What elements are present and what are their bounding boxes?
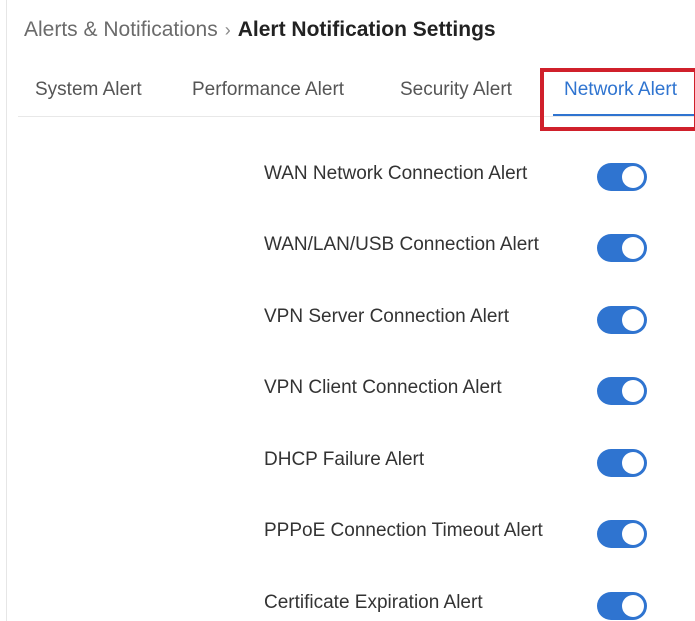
setting-label: DHCP Failure Alert [264, 449, 425, 470]
setting-label: WAN/LAN/USB Connection Alert [264, 234, 539, 255]
setting-row-vpn-client-connection: VPN Client Connection Alert [0, 369, 695, 409]
setting-row-wan-network-connection: WAN Network Connection Alert [0, 155, 695, 195]
setting-label: WAN Network Connection Alert [264, 163, 528, 184]
toggle-knob [622, 237, 644, 259]
tab-security-alert[interactable]: Security Alert [400, 66, 512, 114]
setting-label: PPPoE Connection Timeout Alert [264, 520, 543, 541]
vpn-client-connection-toggle[interactable] [597, 377, 647, 405]
toggle-knob [622, 523, 644, 545]
page-title: Alert Notification Settings [237, 18, 496, 41]
setting-row-wan-lan-usb-connection: WAN/LAN/USB Connection Alert [0, 226, 695, 266]
setting-row-pppoe-connection-timeout: PPPoE Connection Timeout Alert [0, 512, 695, 552]
toggle-knob [622, 166, 644, 188]
setting-label: VPN Client Connection Alert [264, 377, 502, 398]
tab-system-alert[interactable]: System Alert [35, 66, 142, 114]
setting-label: VPN Server Connection Alert [264, 306, 510, 327]
setting-row-dhcp-failure: DHCP Failure Alert [0, 441, 695, 481]
toggle-knob [622, 452, 644, 474]
setting-label: Certificate Expiration Alert [264, 592, 483, 613]
annotation-highlight-box [540, 68, 695, 131]
wan-lan-usb-connection-toggle[interactable] [597, 234, 647, 262]
wan-network-connection-toggle[interactable] [597, 163, 647, 191]
toggle-knob [622, 309, 644, 331]
alert-notification-settings-page: Alerts & Notifications › Alert Notificat… [0, 0, 695, 621]
pppoe-connection-timeout-toggle[interactable] [597, 520, 647, 548]
breadcrumb: Alerts & Notifications › Alert Notificat… [24, 15, 496, 45]
toggle-knob [622, 380, 644, 402]
vpn-server-connection-toggle[interactable] [597, 306, 647, 334]
breadcrumb-separator-icon: › [224, 19, 231, 40]
dhcp-failure-toggle[interactable] [597, 449, 647, 477]
tab-performance-alert[interactable]: Performance Alert [192, 66, 344, 114]
setting-row-vpn-server-connection: VPN Server Connection Alert [0, 298, 695, 338]
breadcrumb-parent-link[interactable]: Alerts & Notifications [24, 18, 218, 42]
setting-row-certificate-expiration: Certificate Expiration Alert [0, 584, 695, 621]
toggle-knob [622, 595, 644, 617]
certificate-expiration-toggle[interactable] [597, 592, 647, 620]
